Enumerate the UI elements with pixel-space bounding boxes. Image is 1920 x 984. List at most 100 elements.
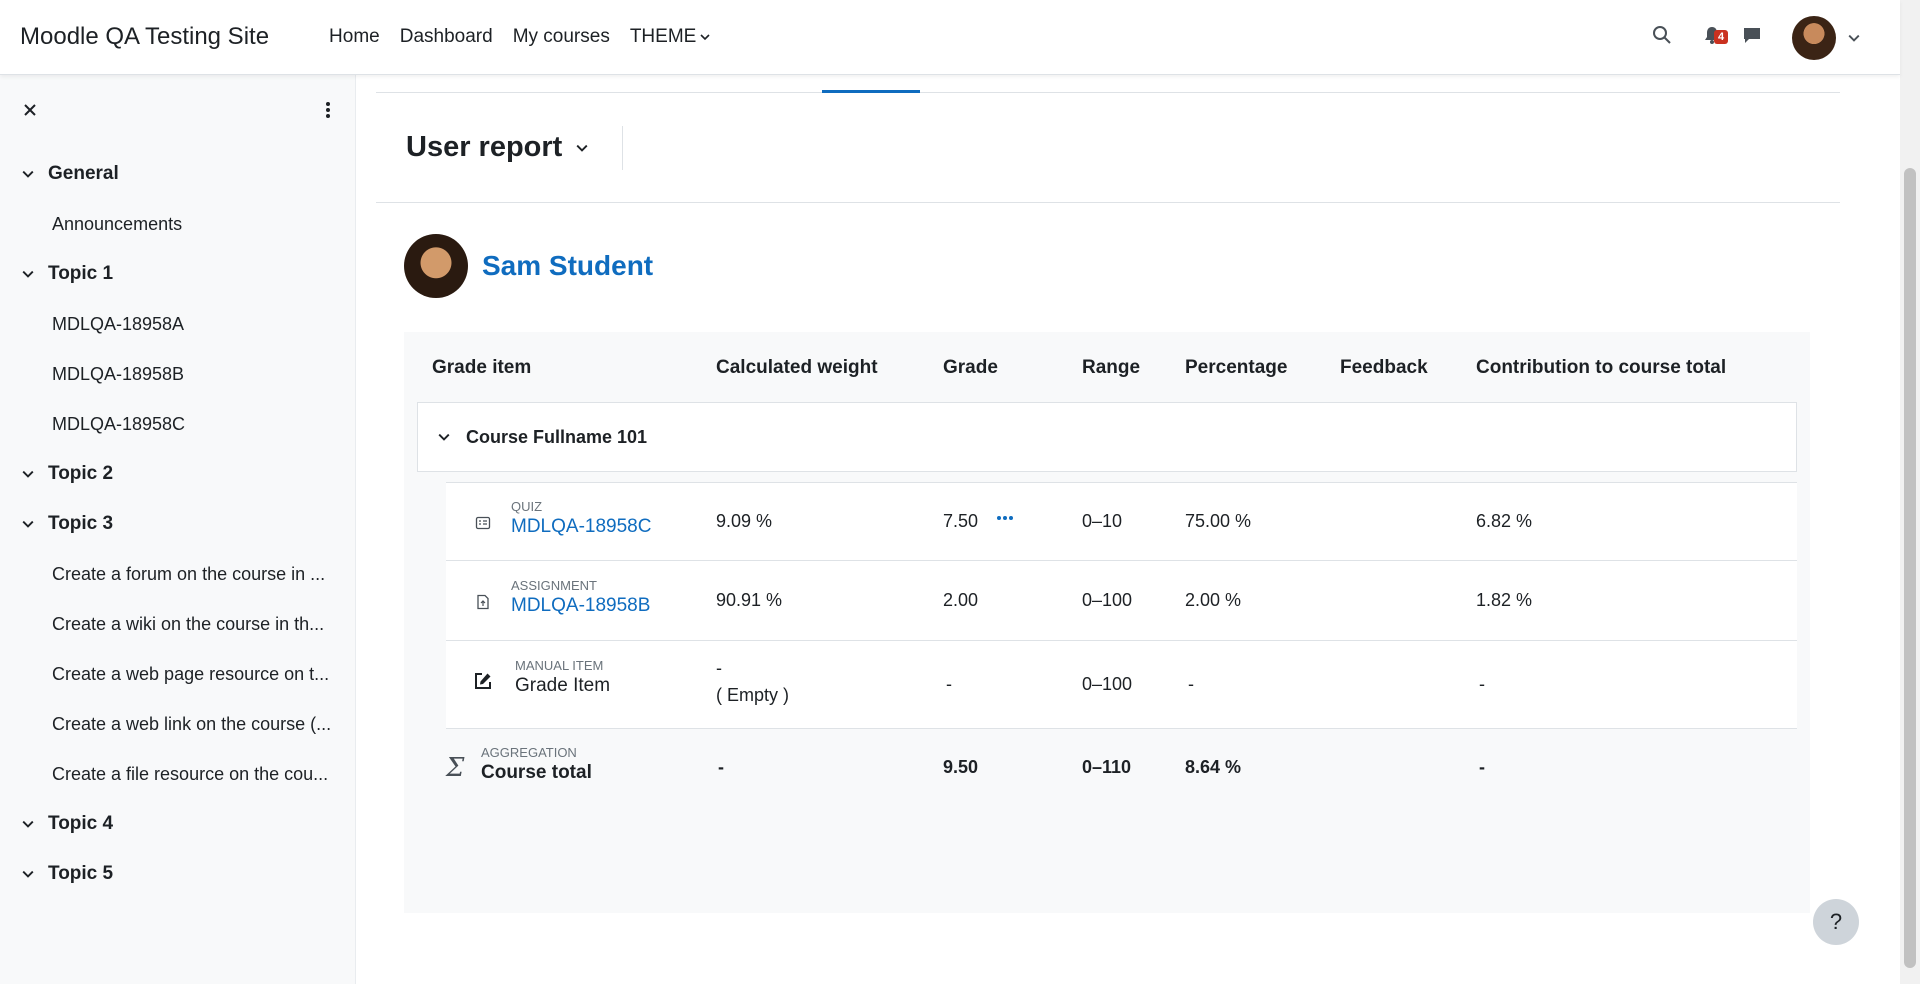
site-name[interactable]: Moodle QA Testing Site bbox=[20, 23, 269, 51]
grade-actions-ellipsis-icon[interactable] bbox=[996, 509, 1014, 532]
nav-dashboard[interactable]: Dashboard bbox=[390, 26, 503, 48]
chevron-down-icon[interactable] bbox=[22, 818, 48, 830]
chevron-down-icon[interactable] bbox=[22, 268, 48, 280]
section-topic-4[interactable]: Topic 4 bbox=[22, 799, 355, 849]
section-title: Topic 2 bbox=[48, 463, 114, 484]
activity-link[interactable]: Create a wiki on the course in th... bbox=[22, 599, 334, 649]
weight-value: - bbox=[716, 658, 722, 678]
user-heading: Sam Student bbox=[404, 234, 653, 298]
course-index-list: General Announcements Topic 1 MDLQA-1895… bbox=[0, 149, 355, 899]
assignment-icon bbox=[475, 594, 491, 610]
grade-cell: 7.50 bbox=[943, 511, 979, 531]
search-icon bbox=[1652, 25, 1672, 50]
notification-count-badge: 4 bbox=[1714, 29, 1729, 44]
range-cell: 0–100 bbox=[1082, 590, 1133, 610]
range-cell: 0–10 bbox=[1082, 511, 1123, 531]
section-topic-5[interactable]: Topic 5 bbox=[22, 849, 355, 899]
nav-my-courses[interactable]: My courses bbox=[503, 26, 620, 48]
chevron-down-icon[interactable] bbox=[22, 868, 48, 880]
section-topic-2[interactable]: Topic 2 bbox=[22, 449, 355, 499]
contribution-cell: 1.82 % bbox=[1476, 590, 1533, 610]
top-navbar: Moodle QA Testing Site Home Dashboard My… bbox=[0, 0, 1900, 75]
weight-cell: 90.91 % bbox=[716, 590, 783, 610]
close-drawer-icon[interactable] bbox=[22, 102, 38, 123]
section-general[interactable]: General bbox=[22, 149, 355, 199]
activity-link[interactable]: MDLQA-18958C bbox=[22, 399, 334, 449]
activity-link[interactable]: MDLQA-18958A bbox=[22, 299, 334, 349]
notifications-button[interactable]: 4 bbox=[1692, 18, 1732, 58]
table-row: QUIZ MDLQA-18958C 9.09 % 7.50 0–10 75.00… bbox=[446, 482, 1797, 560]
nav-theme-menu[interactable]: THEME bbox=[620, 26, 721, 48]
section-topic-1[interactable]: Topic 1 bbox=[22, 249, 355, 299]
chevron-down-icon[interactable] bbox=[22, 468, 48, 480]
user-menu-avatar[interactable] bbox=[1792, 15, 1836, 60]
section-topic-3[interactable]: Topic 3 bbox=[22, 499, 355, 549]
quiz-icon bbox=[475, 515, 491, 531]
weight-cell: - ( Empty ) bbox=[716, 658, 789, 706]
grade-item-link[interactable]: MDLQA-18958B bbox=[511, 595, 650, 617]
chevron-down-icon[interactable] bbox=[438, 431, 466, 443]
activity-link[interactable]: MDLQA-18958B bbox=[22, 349, 334, 399]
sigma-icon: Σ bbox=[446, 753, 465, 783]
report-title: User report bbox=[406, 131, 563, 163]
user-avatar[interactable] bbox=[404, 234, 468, 298]
activity-link[interactable]: Create a web link on the course (... bbox=[22, 699, 334, 749]
user-grade-table: Grade item Calculated weight Grade Range… bbox=[404, 332, 1810, 913]
header-feedback: Feedback bbox=[1340, 357, 1428, 378]
table-row: ASSIGNMENT MDLQA-18958B 90.91 % 2.00 0–1… bbox=[446, 560, 1797, 640]
section-title: Topic 5 bbox=[48, 863, 114, 884]
header-range: Range bbox=[1082, 357, 1141, 378]
nav-home[interactable]: Home bbox=[319, 26, 390, 48]
drawer-header bbox=[0, 75, 355, 149]
report-header: User report bbox=[376, 93, 1840, 203]
chevron-down-icon[interactable] bbox=[22, 518, 48, 530]
grade-item-cell: AGGREGATION Course total bbox=[481, 745, 592, 784]
category-row[interactable]: Course Fullname 101 bbox=[417, 402, 1797, 472]
user-menu-chevron-down-icon[interactable] bbox=[1848, 32, 1860, 44]
percentage-cell: 8.64 % bbox=[1185, 757, 1242, 777]
messages-button[interactable] bbox=[1732, 18, 1772, 58]
activity-link[interactable]: Create a file resource on the cou... bbox=[22, 749, 334, 799]
drawer-options-kebab-icon[interactable] bbox=[325, 100, 331, 125]
nav-theme-label: THEME bbox=[629, 26, 697, 47]
activity-link[interactable]: Create a forum on the course in ... bbox=[22, 549, 334, 599]
table-row: MANUAL ITEM Grade Item - ( Empty ) - 0–1… bbox=[446, 640, 1797, 728]
category-name: Course Fullname 101 bbox=[466, 426, 648, 447]
help-button[interactable]: ? bbox=[1813, 899, 1859, 945]
chat-bubble-icon bbox=[1742, 25, 1762, 50]
scrollbar-thumb[interactable] bbox=[1904, 168, 1916, 968]
percentage-cell: - bbox=[1188, 674, 1194, 694]
section-title: Topic 4 bbox=[48, 813, 114, 834]
activity-link[interactable]: Create a web page resource on t... bbox=[22, 649, 334, 699]
grade-item-name: Grade Item bbox=[515, 675, 611, 696]
percentage-cell: 2.00 % bbox=[1185, 590, 1242, 610]
header-grade-item: Grade item bbox=[432, 357, 532, 378]
percentage-cell: 75.00 % bbox=[1185, 511, 1252, 531]
page-scrollbar[interactable] bbox=[1900, 0, 1920, 984]
section-title: Topic 3 bbox=[48, 513, 114, 534]
contribution-cell: 6.82 % bbox=[1476, 511, 1533, 531]
grade-cell: 9.50 bbox=[943, 757, 979, 777]
primary-navigation: Home Dashboard My courses THEME bbox=[319, 26, 720, 48]
user-name-link[interactable]: Sam Student bbox=[482, 250, 653, 282]
grade-item-cell: QUIZ MDLQA-18958C bbox=[511, 499, 651, 538]
chevron-down-icon[interactable] bbox=[22, 168, 48, 180]
weight-empty-note: ( Empty ) bbox=[716, 685, 790, 705]
course-total-row: Σ AGGREGATION Course total - 9.50 0–110 … bbox=[446, 728, 1797, 808]
header-grade: Grade bbox=[943, 357, 998, 378]
grade-item-cell: MANUAL ITEM Grade Item bbox=[515, 658, 610, 697]
search-button[interactable] bbox=[1642, 18, 1682, 58]
item-type-label: ASSIGNMENT bbox=[511, 578, 597, 593]
range-cell: 0–110 bbox=[1082, 757, 1132, 777]
main-content: User report Sam Student Grade item Calcu… bbox=[356, 75, 1900, 984]
contribution-cell: - bbox=[1479, 757, 1485, 777]
grade-cell: - bbox=[946, 674, 952, 694]
grade-item-link[interactable]: MDLQA-18958C bbox=[511, 516, 651, 538]
header-contribution: Contribution to course total bbox=[1476, 357, 1727, 378]
course-total-label: Course total bbox=[481, 762, 592, 783]
weight-cell: - bbox=[718, 757, 724, 777]
activity-link[interactable]: Announcements bbox=[22, 199, 334, 249]
course-index-drawer: General Announcements Topic 1 MDLQA-1895… bbox=[0, 75, 356, 984]
report-selector[interactable]: User report bbox=[406, 131, 588, 164]
range-cell: 0–100 bbox=[1082, 674, 1133, 694]
